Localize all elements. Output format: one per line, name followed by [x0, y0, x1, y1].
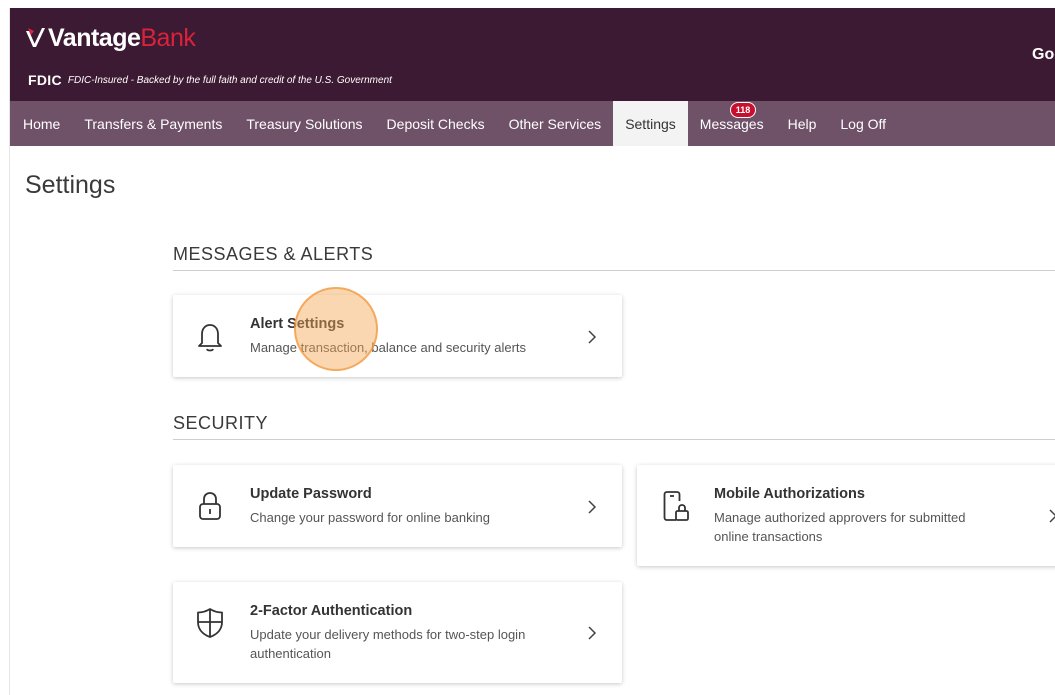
nav-home[interactable]: Home: [10, 101, 72, 146]
nav-transfers-payments[interactable]: Transfers & Payments: [72, 101, 234, 146]
section-divider: [173, 270, 1055, 271]
greeting-text: Goo: [1032, 46, 1055, 63]
nav-help-label: Help: [787, 115, 817, 132]
section-divider: [173, 439, 1055, 440]
update-password-desc: Change your password for online banking: [250, 510, 490, 525]
mobile-lock-icon: [663, 491, 689, 521]
logo-text-bank: Bank: [140, 23, 196, 52]
alert-settings-card[interactable]: Alert Settings Manage transaction, balan…: [173, 295, 622, 377]
nav-settings[interactable]: Settings: [613, 101, 688, 146]
mobile-authorizations-desc-line1: Manage authorized approvers for submitte…: [714, 510, 966, 525]
nav-other-label: Other Services: [508, 115, 602, 132]
nav-transfers-label: Transfers & Payments: [84, 115, 223, 132]
chevron-right-icon: [588, 330, 597, 344]
section-title-security: SECURITY: [173, 413, 269, 433]
chevron-right-icon: [1049, 509, 1055, 523]
update-password-card[interactable]: Update Password Change your password for…: [173, 465, 622, 547]
nav-treasury-label: Treasury Solutions: [246, 115, 363, 132]
fdic-text: FDIC-Insured - Backed by the full faith …: [67, 74, 392, 86]
nav-deposit-checks[interactable]: Deposit Checks: [375, 101, 497, 146]
chevron-right-icon: [588, 500, 597, 514]
bank-logo[interactable]: Vantage Bank: [25, 22, 196, 54]
nav-settings-label: Settings: [625, 115, 676, 132]
app-frame: Vantage Bank FDIC FDIC-Insured - Backed …: [9, 8, 1055, 695]
alert-settings-title: Alert Settings: [250, 316, 345, 332]
nav-help[interactable]: Help: [776, 101, 829, 146]
two-factor-desc: Update your delivery methods for two-ste…: [250, 625, 525, 663]
shield-icon: [197, 608, 223, 638]
lock-icon: [199, 492, 221, 520]
nav-deposit-label: Deposit Checks: [386, 115, 485, 132]
page-title: Settings: [25, 171, 116, 199]
nav-other-services[interactable]: Other Services: [497, 101, 614, 146]
fdic-notice: FDIC FDIC-Insured - Backed by the full f…: [28, 72, 392, 88]
fdic-badge: FDIC: [28, 72, 62, 88]
two-factor-title: 2-Factor Authentication: [250, 603, 413, 619]
mobile-authorizations-title: Mobile Authorizations: [714, 486, 865, 502]
section-title-messages-alerts: MESSAGES & ALERTS: [173, 244, 374, 264]
nav-messages[interactable]: Messages 118: [688, 101, 776, 146]
mobile-authorizations-desc: Manage authorized approvers for submitte…: [714, 508, 965, 546]
mobile-authorizations-card[interactable]: Mobile Authorizations Manage authorized …: [637, 465, 1055, 566]
update-password-title: Update Password: [250, 486, 372, 502]
alert-settings-desc: Manage transaction, balance and security…: [250, 340, 527, 355]
two-factor-desc-line2: authentication: [250, 646, 331, 661]
messages-count-badge: 118: [729, 102, 757, 118]
nav-messages-label: Messages: [699, 115, 764, 132]
nav-treasury-solutions[interactable]: Treasury Solutions: [234, 101, 374, 146]
two-factor-authentication-card[interactable]: 2-Factor Authentication Update your deli…: [173, 582, 622, 683]
nav-home-label: Home: [23, 115, 61, 132]
nav-logoff-label: Log Off: [840, 115, 887, 132]
logo-text-vantage: Vantage: [48, 23, 141, 52]
logo-v-icon: [26, 28, 45, 47]
main-nav: Home Transfers & Payments Treasury Solut…: [10, 101, 1055, 146]
bell-icon: [198, 324, 222, 352]
header-bar: Vantage Bank FDIC FDIC-Insured - Backed …: [10, 8, 1055, 101]
mobile-authorizations-desc-line2: online transactions: [714, 529, 823, 544]
nav-log-off[interactable]: Log Off: [828, 101, 898, 146]
chevron-right-icon: [588, 626, 597, 640]
two-factor-desc-line1: Update your delivery methods for two-ste…: [250, 627, 526, 642]
